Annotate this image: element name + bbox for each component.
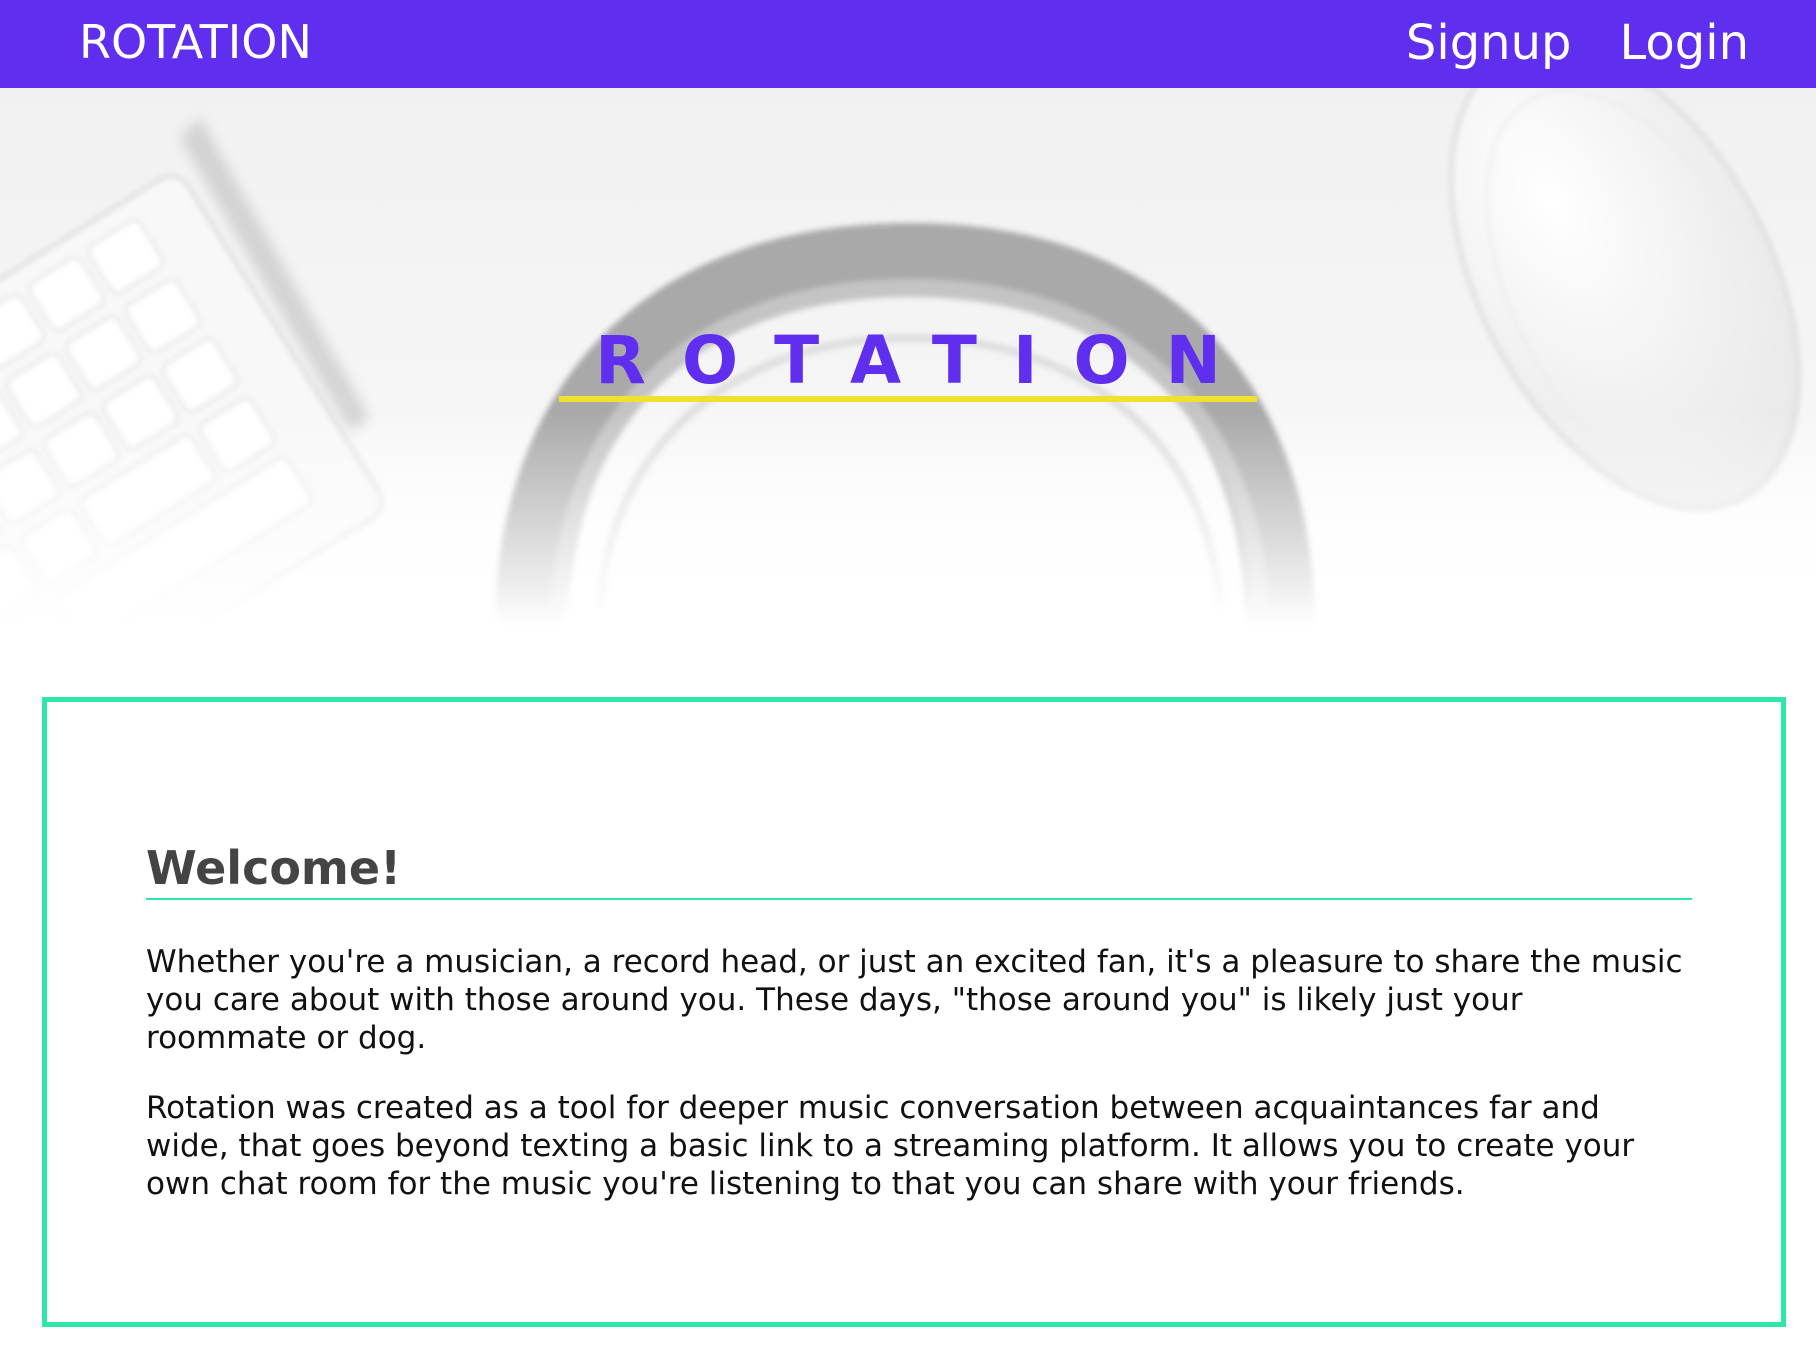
welcome-paragraph-2: Rotation was created as a tool for deepe… bbox=[146, 1090, 1635, 1202]
welcome-paragraph-1: Whether you're a musician, a record head… bbox=[146, 944, 1683, 1056]
hero-banner: ROTATION bbox=[0, 88, 1816, 628]
hero-title: ROTATION bbox=[559, 326, 1257, 402]
welcome-content: Welcome! Whether you're a musician, a re… bbox=[146, 840, 1692, 1203]
hero-title-container: ROTATION bbox=[0, 326, 1816, 402]
welcome-card: Welcome! Whether you're a musician, a re… bbox=[42, 697, 1786, 1327]
brand-link[interactable]: ROTATION bbox=[79, 14, 312, 70]
top-navbar: ROTATION Signup Login bbox=[0, 0, 1816, 88]
login-link[interactable]: Login bbox=[1620, 14, 1750, 72]
nav-links: Signup Login bbox=[1406, 14, 1749, 72]
welcome-heading: Welcome! bbox=[146, 840, 1692, 900]
signup-link[interactable]: Signup bbox=[1406, 14, 1572, 72]
